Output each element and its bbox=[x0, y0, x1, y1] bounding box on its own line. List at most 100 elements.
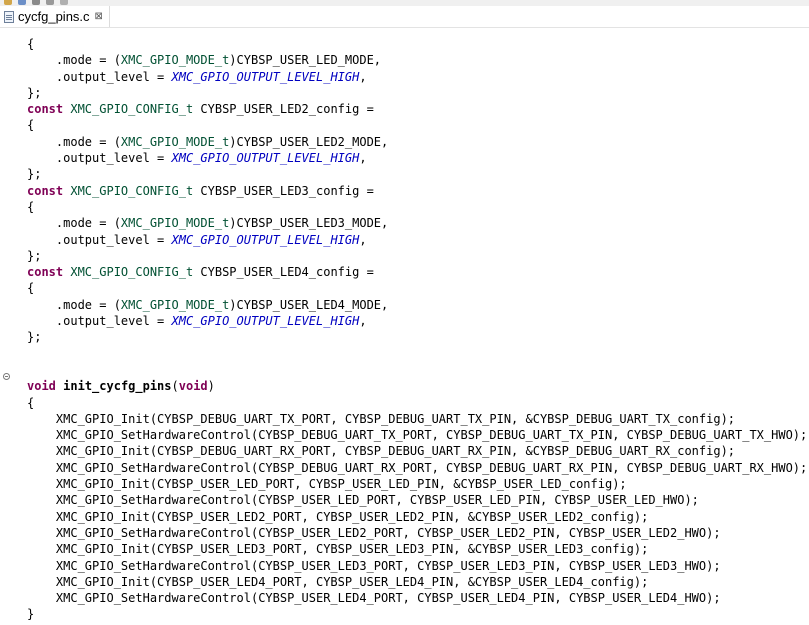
code-token-mac: XMC_GPIO_OUTPUT_LEVEL_HIGH bbox=[171, 314, 360, 329]
code-token: ) bbox=[207, 379, 215, 394]
code-token: , bbox=[359, 314, 367, 329]
code-token: { bbox=[27, 395, 35, 410]
code-line[interactable]: XMC_GPIO_SetHardwareControl(CYBSP_USER_L… bbox=[27, 558, 807, 574]
code-token: XMC_GPIO_Init(CYBSP_USER_LED_PORT, CYBSP… bbox=[27, 477, 627, 492]
code-editor[interactable]: { .mode = (XMC_GPIO_MODE_t)CYBSP_USER_LE… bbox=[27, 36, 807, 623]
editor-gutter bbox=[0, 28, 24, 625]
code-token: { bbox=[27, 199, 35, 214]
code-token: .mode = ( bbox=[27, 216, 121, 231]
code-line[interactable]: }; bbox=[27, 248, 807, 264]
code-token: }; bbox=[27, 167, 42, 182]
code-token: XMC_GPIO_SetHardwareControl(CYBSP_USER_L… bbox=[27, 525, 721, 540]
code-line[interactable]: .output_level = XMC_GPIO_OUTPUT_LEVEL_HI… bbox=[27, 232, 807, 248]
code-token: { bbox=[27, 281, 35, 296]
code-token: { bbox=[27, 37, 35, 51]
code-token-ty: XMC_GPIO_MODE_t bbox=[120, 216, 230, 231]
code-token: .output_level = bbox=[27, 151, 172, 166]
code-line[interactable]: }; bbox=[27, 329, 807, 345]
code-line[interactable]: { bbox=[27, 280, 807, 296]
code-line[interactable]: XMC_GPIO_SetHardwareControl(CYBSP_USER_L… bbox=[27, 590, 807, 606]
code-line[interactable]: XMC_GPIO_SetHardwareControl(CYBSP_DEBUG_… bbox=[27, 427, 807, 443]
code-token: ( bbox=[171, 379, 179, 394]
code-token-kw: const bbox=[27, 183, 64, 198]
code-token: .mode = ( bbox=[27, 297, 121, 312]
code-line[interactable] bbox=[27, 362, 807, 378]
code-line[interactable]: XMC_GPIO_Init(CYBSP_USER_LED3_PORT, CYBS… bbox=[27, 541, 807, 557]
code-token: .mode = ( bbox=[27, 134, 121, 149]
code-line[interactable]: XMC_GPIO_SetHardwareControl(CYBSP_DEBUG_… bbox=[27, 460, 807, 476]
code-line[interactable]: XMC_GPIO_Init(CYBSP_USER_LED4_PORT, CYBS… bbox=[27, 574, 807, 590]
code-token: .mode = ( bbox=[27, 53, 121, 68]
code-token-ty: XMC_GPIO_MODE_t bbox=[120, 134, 230, 149]
code-token: XMC_GPIO_SetHardwareControl(CYBSP_DEBUG_… bbox=[27, 428, 808, 443]
code-line[interactable]: .mode = (XMC_GPIO_MODE_t)CYBSP_USER_LED_… bbox=[27, 52, 807, 68]
code-token: )CYBSP_USER_LED_MODE, bbox=[229, 53, 382, 68]
toolbar-run-icon[interactable] bbox=[4, 0, 12, 5]
code-token-mac: XMC_GPIO_OUTPUT_LEVEL_HIGH bbox=[171, 69, 360, 84]
code-token: }; bbox=[27, 248, 42, 263]
code-line[interactable]: .output_level = XMC_GPIO_OUTPUT_LEVEL_HI… bbox=[27, 69, 807, 85]
code-line[interactable]: }; bbox=[27, 85, 807, 101]
close-icon[interactable]: ⊠ bbox=[95, 11, 103, 22]
toolbar-build-icon[interactable] bbox=[18, 0, 26, 5]
code-line[interactable]: XMC_GPIO_Init(CYBSP_DEBUG_UART_RX_PORT, … bbox=[27, 443, 807, 459]
code-token-ty: XMC_GPIO_MODE_t bbox=[120, 53, 230, 68]
code-line[interactable]: { bbox=[27, 199, 807, 215]
code-line[interactable]: { bbox=[27, 117, 807, 133]
code-token: { bbox=[27, 118, 35, 133]
tab-cycfg-pins-c[interactable]: cycfg_pins.c ⊠ bbox=[0, 6, 110, 27]
code-token: XMC_GPIO_Init(CYBSP_USER_LED2_PORT, CYBS… bbox=[27, 509, 649, 524]
toolbar-more-icon[interactable] bbox=[60, 0, 68, 5]
code-line[interactable] bbox=[27, 346, 807, 362]
code-token-kw: void bbox=[27, 379, 56, 394]
code-line[interactable]: { bbox=[27, 36, 807, 52]
code-token: XMC_GPIO_SetHardwareControl(CYBSP_DEBUG_… bbox=[27, 460, 808, 475]
code-line[interactable]: const XMC_GPIO_CONFIG_t CYBSP_USER_LED2_… bbox=[27, 101, 807, 117]
code-token: } bbox=[27, 607, 35, 622]
code-token-ty: XMC_GPIO_CONFIG_t bbox=[70, 265, 194, 280]
code-token: }; bbox=[27, 330, 42, 345]
code-line[interactable]: XMC_GPIO_SetHardwareControl(CYBSP_USER_L… bbox=[27, 525, 807, 541]
code-token: )CYBSP_USER_LED4_MODE, bbox=[229, 297, 389, 312]
code-line[interactable]: .output_level = XMC_GPIO_OUTPUT_LEVEL_HI… bbox=[27, 313, 807, 329]
code-line[interactable]: XMC_GPIO_Init(CYBSP_DEBUG_UART_TX_PORT, … bbox=[27, 411, 807, 427]
code-line[interactable]: void init_cycfg_pins(void) bbox=[27, 378, 807, 394]
code-line[interactable]: .mode = (XMC_GPIO_MODE_t)CYBSP_USER_LED4… bbox=[27, 297, 807, 313]
code-token-ty: XMC_GPIO_MODE_t bbox=[120, 297, 230, 312]
code-token: XMC_GPIO_Init(CYBSP_DEBUG_UART_RX_PORT, … bbox=[27, 444, 736, 459]
code-line[interactable]: XMC_GPIO_Init(CYBSP_USER_LED_PORT, CYBSP… bbox=[27, 476, 807, 492]
code-token-kw: void bbox=[178, 379, 208, 394]
code-line[interactable]: XMC_GPIO_Init(CYBSP_USER_LED2_PORT, CYBS… bbox=[27, 509, 807, 525]
code-token-kw: const bbox=[27, 265, 64, 280]
code-line[interactable]: } bbox=[27, 606, 807, 622]
code-line[interactable]: { bbox=[27, 395, 807, 411]
code-line[interactable]: .mode = (XMC_GPIO_MODE_t)CYBSP_USER_LED3… bbox=[27, 215, 807, 231]
c-source-file-icon bbox=[4, 10, 14, 23]
code-token: XMC_GPIO_SetHardwareControl(CYBSP_USER_L… bbox=[27, 558, 721, 573]
editor-tab-bar: cycfg_pins.c ⊠ bbox=[0, 6, 809, 28]
code-token: CYBSP_USER_LED3_config = bbox=[193, 183, 374, 198]
code-line[interactable]: .output_level = XMC_GPIO_OUTPUT_LEVEL_HI… bbox=[27, 150, 807, 166]
tab-title: cycfg_pins.c bbox=[18, 9, 90, 24]
toolbar-debug-icon[interactable] bbox=[32, 0, 40, 5]
code-line[interactable]: }; bbox=[27, 166, 807, 182]
code-token: XMC_GPIO_SetHardwareControl(CYBSP_USER_L… bbox=[27, 493, 699, 508]
code-line[interactable]: .mode = (XMC_GPIO_MODE_t)CYBSP_USER_LED2… bbox=[27, 134, 807, 150]
code-token: , bbox=[359, 232, 367, 247]
code-line[interactable]: const XMC_GPIO_CONFIG_t CYBSP_USER_LED3_… bbox=[27, 183, 807, 199]
code-token: XMC_GPIO_Init(CYBSP_USER_LED4_PORT, CYBS… bbox=[27, 574, 649, 589]
code-token: .output_level = bbox=[27, 314, 172, 329]
fold-collapse-icon[interactable] bbox=[3, 373, 10, 380]
code-token: }; bbox=[27, 85, 42, 100]
code-line[interactable]: const XMC_GPIO_CONFIG_t CYBSP_USER_LED4_… bbox=[27, 264, 807, 280]
code-token: CYBSP_USER_LED4_config = bbox=[193, 265, 374, 280]
code-token-ty: XMC_GPIO_CONFIG_t bbox=[70, 183, 194, 198]
code-token: XMC_GPIO_SetHardwareControl(CYBSP_USER_L… bbox=[27, 591, 721, 606]
code-token: XMC_GPIO_Init(CYBSP_DEBUG_UART_TX_PORT, … bbox=[27, 411, 736, 426]
toolbar-save-icon[interactable] bbox=[46, 0, 54, 5]
code-line[interactable]: XMC_GPIO_SetHardwareControl(CYBSP_USER_L… bbox=[27, 492, 807, 508]
code-token: )CYBSP_USER_LED2_MODE, bbox=[229, 134, 389, 149]
code-token-kw: const bbox=[27, 102, 64, 117]
code-token-mac: XMC_GPIO_OUTPUT_LEVEL_HIGH bbox=[171, 151, 360, 166]
code-token-mac: XMC_GPIO_OUTPUT_LEVEL_HIGH bbox=[171, 232, 360, 247]
